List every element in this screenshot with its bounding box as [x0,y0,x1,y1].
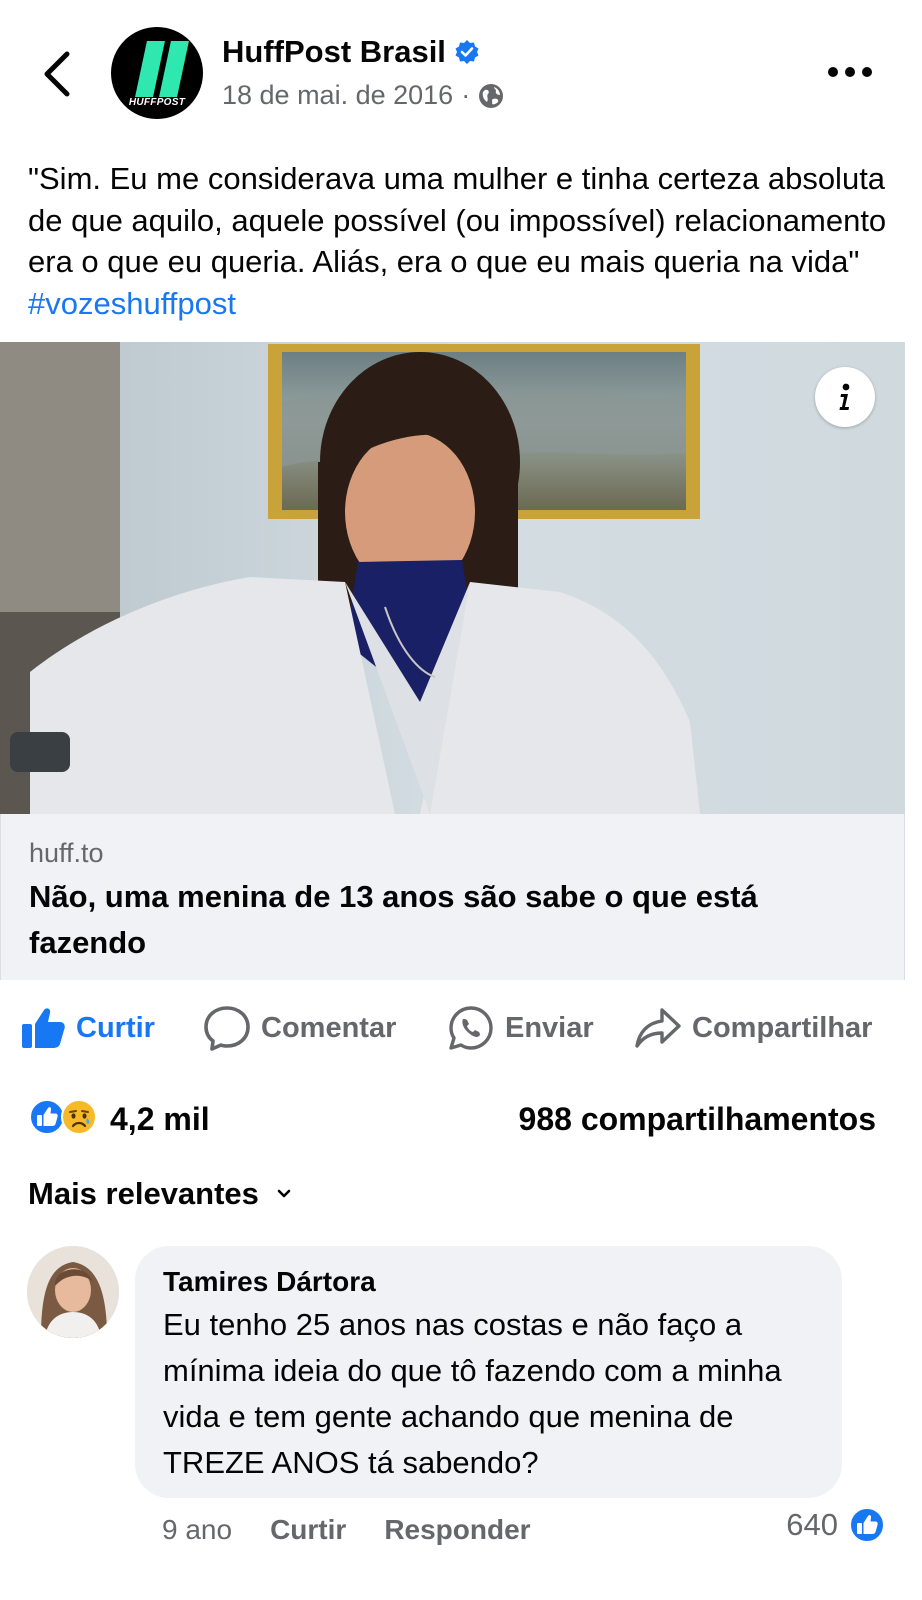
caption-text: "Sim. Eu me considerava uma mulher e tin… [28,161,887,279]
more-options-icon [828,67,872,77]
like-button[interactable]: Curtir [20,1000,155,1056]
share-button[interactable]: Compartilhar [634,1000,872,1056]
share-arrow-icon [635,1008,681,1048]
like-thumb-icon [22,1008,65,1048]
verified-badge-icon [455,40,479,64]
comment-reply-button[interactable]: Responder [384,1514,530,1546]
back-arrow-icon [44,51,70,97]
comment-time[interactable]: 9 ano [162,1514,232,1546]
comment-likes-value: 640 [786,1507,838,1542]
comment-sort-dropdown[interactable]: Mais relevantes [28,1176,291,1212]
comment-meta: 9 ano Curtir Responder [162,1508,569,1552]
whatsapp-icon [449,1006,493,1050]
post-action-bar: Curtir Comentar Enviar Compartilhar [0,1000,922,1056]
commenter-photo [27,1246,119,1338]
comment-label: Comentar [261,1011,397,1044]
post-photo[interactable] [0,342,905,814]
more-options-button[interactable] [822,52,878,92]
comment-text: Eu tenho 25 anos nas costas e não faço a… [163,1307,782,1480]
comment-author[interactable]: Tamires Dártora [163,1266,376,1298]
globe-icon [479,83,504,108]
share-label: Compartilhar [692,1011,873,1044]
send-button[interactable]: Enviar [447,1000,594,1056]
share-count[interactable]: 988 compartilhamentos [519,1098,876,1140]
sad-reaction-icon [61,1099,97,1135]
meta-separator: · [461,80,471,110]
ad-info-button[interactable] [815,367,875,427]
send-label: Enviar [505,1011,594,1044]
like-label: Curtir [76,1011,155,1044]
like-reaction-icon [849,1507,885,1543]
comment-icon [204,1006,250,1051]
back-button[interactable] [34,48,78,100]
hashtag-link[interactable]: #vozeshuffpost [28,286,236,321]
logo-bar-right [159,41,189,97]
info-icon [839,383,850,410]
page-name[interactable]: HuffPost Brasil [222,34,446,70]
page-name-row: HuffPost Brasil [222,34,480,70]
post-caption: "Sim. Eu me considerava uma mulher e tin… [28,158,898,324]
comment-like-count[interactable]: 640 [786,1506,886,1544]
photo-illustration [0,342,905,814]
avatar-logo-text: HUFFPOST [128,97,186,108]
commenter-avatar[interactable] [27,1246,119,1338]
chevron-down-icon [277,1189,291,1198]
post-stats: 4,2 mil 988 compartilhamentos [0,1092,922,1146]
reaction-icons[interactable] [28,1098,98,1136]
comment-like-button[interactable]: Curtir [270,1514,346,1546]
page-avatar[interactable]: HUFFPOST [111,27,203,119]
post-meta: 18 de mai. de 2016 · [222,80,504,111]
post-header: HUFFPOST HuffPost Brasil 18 de mai. de 2… [0,0,922,150]
post-date[interactable]: 18 de mai. de 2016 [222,80,453,111]
link-title: Não, uma menina de 13 anos são sabe o qu… [29,879,758,960]
link-preview[interactable]: huff.to Não, uma menina de 13 anos são s… [0,814,905,980]
comment-button[interactable]: Comentar [203,1000,396,1056]
reaction-count[interactable]: 4,2 mil [110,1098,210,1140]
comment-bubble: Tamires Dártora Eu tenho 25 anos nas cos… [135,1246,842,1498]
sort-label: Mais relevantes [28,1176,259,1211]
link-domain: huff.to [29,838,104,868]
